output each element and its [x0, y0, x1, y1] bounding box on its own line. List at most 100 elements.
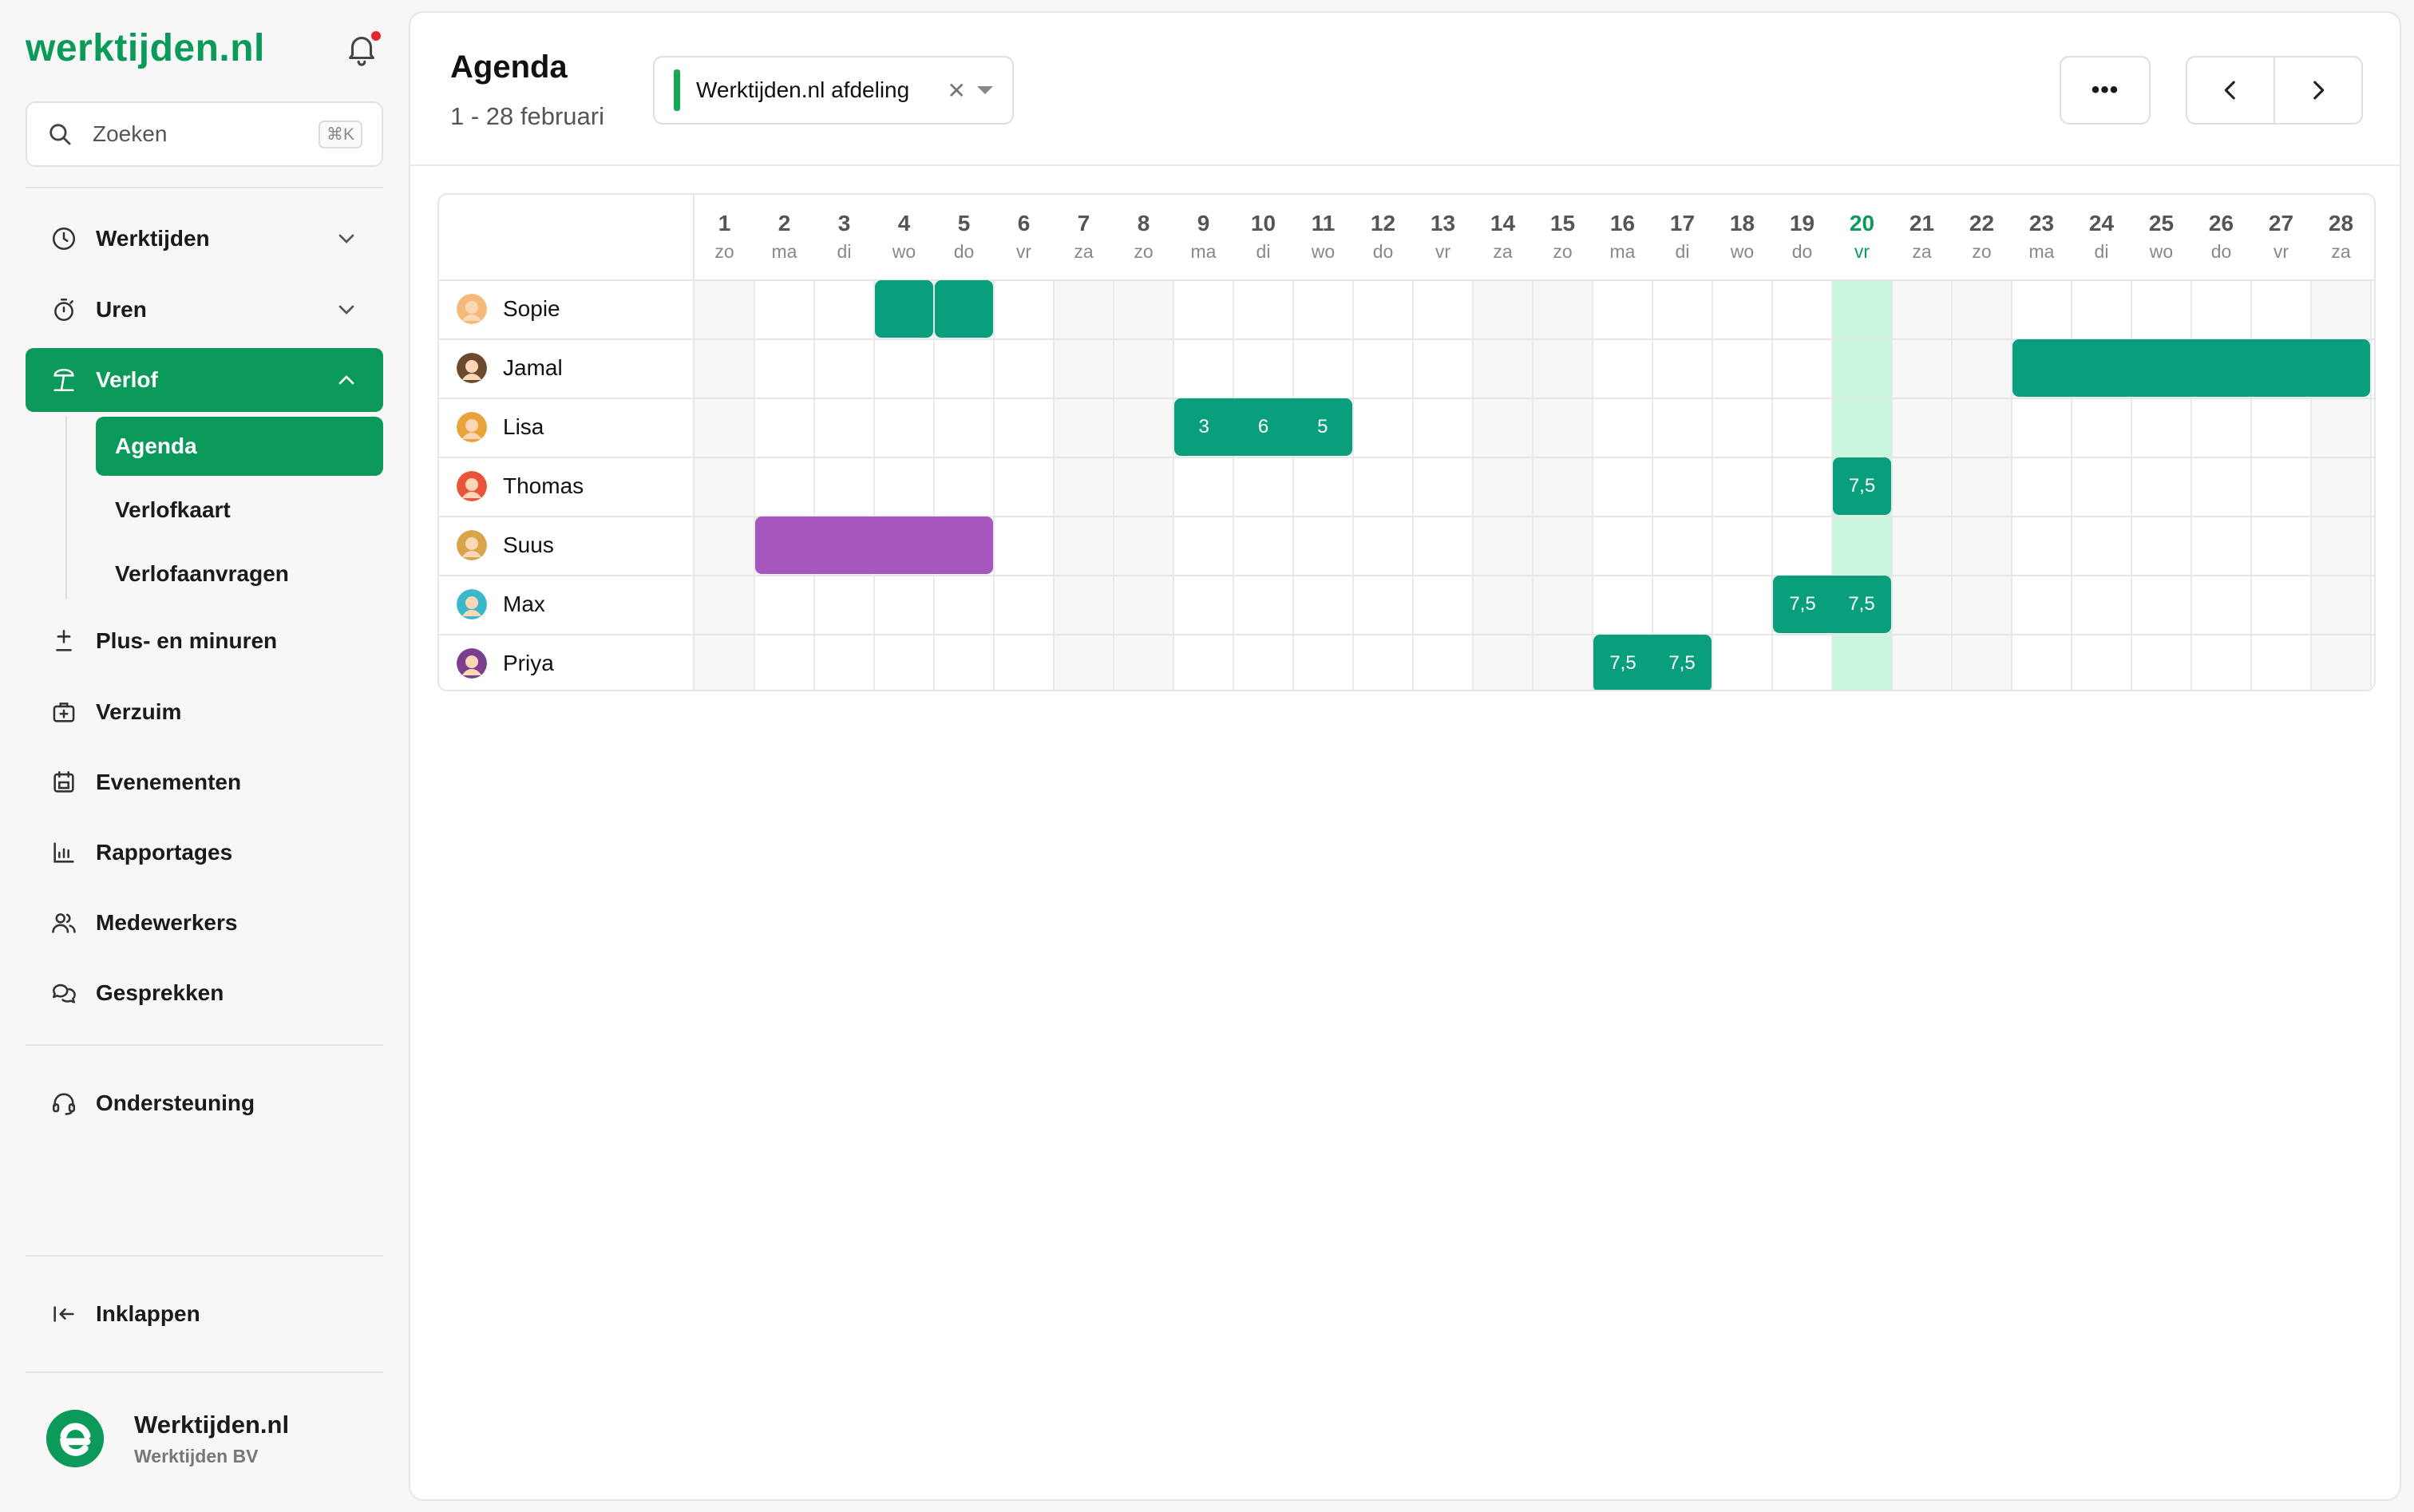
sidebar-subitem-agenda[interactable]: Agenda [96, 417, 383, 476]
sidebar-subitem-verlofaanvragen[interactable]: Verlofaanvragen [96, 544, 383, 604]
bar-chart-icon [53, 842, 74, 863]
day-header[interactable]: 23 ma [2012, 195, 2072, 279]
collapse-left-icon [53, 1306, 74, 1322]
divider [26, 1371, 383, 1373]
leave-block[interactable] [875, 280, 933, 338]
grid-line [1712, 279, 1713, 690]
grid-line [439, 457, 2374, 458]
grid-line [1412, 279, 1414, 690]
day-header[interactable]: 11 wo [1293, 195, 1353, 279]
day-number: 28 [2328, 211, 2354, 236]
weekday-label: di [1675, 241, 1690, 262]
leave-block[interactable]: 7,5 7,5 [1773, 576, 1891, 633]
leave-block[interactable] [2012, 339, 2370, 397]
day-header[interactable]: 16 ma [1593, 195, 1652, 279]
leave-block[interactable]: 3 6 5 [1174, 398, 1352, 456]
sidebar-item-verlof[interactable]: Verlof [26, 348, 383, 412]
day-header[interactable]: 24 di [2072, 195, 2131, 279]
day-header[interactable]: 20 vr [1832, 195, 1892, 279]
day-header[interactable]: 18 wo [1712, 195, 1772, 279]
sidebar-item-verzuim[interactable]: Verzuim [26, 680, 383, 744]
sidebar-item-uren[interactable]: Uren [26, 278, 383, 342]
day-header[interactable]: 22 zo [1952, 195, 2012, 279]
chevron-up-icon [338, 375, 354, 385]
day-header[interactable]: 5 do [934, 195, 994, 279]
employee-row-label[interactable]: Priya [457, 634, 554, 690]
weekday-label: wo [1730, 241, 1755, 262]
grid-line [2370, 279, 2372, 690]
day-header[interactable]: 21 za [1892, 195, 1952, 279]
day-header[interactable]: 13 vr [1413, 195, 1473, 279]
search-placeholder: Zoeken [93, 121, 168, 146]
sidebar-item-ondersteuning[interactable]: Ondersteuning [26, 1071, 383, 1135]
chevron-down-icon [338, 234, 354, 243]
leave-calendar-grid: 1 zo 2 ma 3 di 4 wo 5 do 6 vr 7 za 8 zo 9 ma 10 di 11 wo 12 do 1… [437, 193, 2376, 691]
day-header[interactable]: 19 do [1772, 195, 1832, 279]
employee-row-label[interactable]: Max [457, 575, 545, 634]
collapse-sidebar-button[interactable]: Inklappen [26, 1282, 383, 1346]
day-number: 15 [1549, 211, 1576, 236]
clear-filter-icon[interactable]: ✕ [948, 77, 966, 104]
day-number: 2 [778, 211, 791, 236]
leave-block[interactable]: 7,5 [1833, 457, 1891, 515]
day-header[interactable]: 7 za [1054, 195, 1114, 279]
grid-line [933, 279, 935, 690]
day-header[interactable]: 28 za [2311, 195, 2371, 279]
ellipsis-icon: ••• [2091, 77, 2119, 103]
day-number: 4 [897, 211, 911, 236]
sidebar-subitem-verlofkaart[interactable]: Verlofkaart [96, 481, 383, 540]
weekday-label: do [2210, 241, 2232, 262]
sidebar-item-label: Uren [96, 297, 147, 322]
sidebar-item-evenementen[interactable]: Evenementen [26, 750, 383, 814]
day-header[interactable]: 25 wo [2131, 195, 2191, 279]
employee-row-label[interactable]: Sopie [457, 279, 560, 338]
employee-row-label[interactable]: Thomas [457, 457, 584, 516]
sidebar-item-medewerkers[interactable]: Medewerkers [26, 891, 383, 955]
day-header[interactable]: 1 zo [695, 195, 754, 279]
leave-block[interactable] [935, 280, 993, 338]
day-header[interactable]: 2 ma [754, 195, 814, 279]
day-header[interactable]: 27 vr [2251, 195, 2311, 279]
day-header[interactable]: 26 do [2191, 195, 2251, 279]
employee-row-label[interactable]: Lisa [457, 398, 544, 457]
day-header[interactable]: 9 ma [1173, 195, 1233, 279]
day-header[interactable]: 12 do [1353, 195, 1413, 279]
day-header[interactable]: 6 vr [994, 195, 1054, 279]
brand-logo[interactable]: werktijden.nl [26, 24, 265, 72]
weekend-column [1114, 279, 1173, 690]
grid-line [1113, 279, 1114, 690]
employee-row-label[interactable]: Suus [457, 516, 554, 575]
day-header[interactable]: 10 di [1233, 195, 1293, 279]
employee-row-label[interactable]: Jamal [457, 338, 563, 398]
grid-line [439, 398, 2374, 399]
sidebar-item-plus-minuren[interactable]: Plus- en minuren [26, 609, 383, 673]
chevron-left-icon [2224, 81, 2235, 100]
day-header[interactable]: 15 zo [1533, 195, 1593, 279]
plus-minus-icon [56, 629, 72, 651]
day-header[interactable]: 14 za [1473, 195, 1533, 279]
sidebar-item-gesprekken[interactable]: Gesprekken [26, 961, 383, 1025]
more-options-button[interactable]: ••• [2060, 56, 2151, 125]
day-header[interactable]: 3 di [814, 195, 874, 279]
grid-line [993, 279, 995, 690]
leave-block[interactable]: 7,5 7,5 [1593, 635, 1712, 690]
leave-block[interactable] [755, 517, 993, 574]
avatar [457, 294, 487, 324]
day-number: 14 [1490, 211, 1516, 236]
sidebar-item-werktijden[interactable]: Werktijden [26, 207, 383, 271]
sidebar-subitem-label: Verlofaanvragen [115, 561, 289, 586]
weekday-label: wo [2149, 241, 2174, 262]
organization-switcher[interactable]: Werktijden.nl Werktijden BV [45, 1408, 289, 1469]
previous-period-button[interactable] [2187, 57, 2274, 123]
department-filter-select[interactable]: Werktijden.nl afdeling ✕ [653, 56, 1014, 125]
day-header[interactable]: 8 zo [1114, 195, 1173, 279]
grid-line [439, 575, 2374, 576]
next-period-button[interactable] [2274, 57, 2361, 123]
search-input[interactable]: Zoeken ⌘K [26, 101, 383, 167]
grid-line [1532, 279, 1533, 690]
day-header[interactable]: 4 wo [874, 195, 934, 279]
collapse-label: Inklappen [96, 1301, 200, 1326]
leave-hours: 5 [1317, 416, 1328, 437]
day-header[interactable]: 17 di [1652, 195, 1712, 279]
sidebar-item-rapportages[interactable]: Rapportages [26, 821, 383, 885]
